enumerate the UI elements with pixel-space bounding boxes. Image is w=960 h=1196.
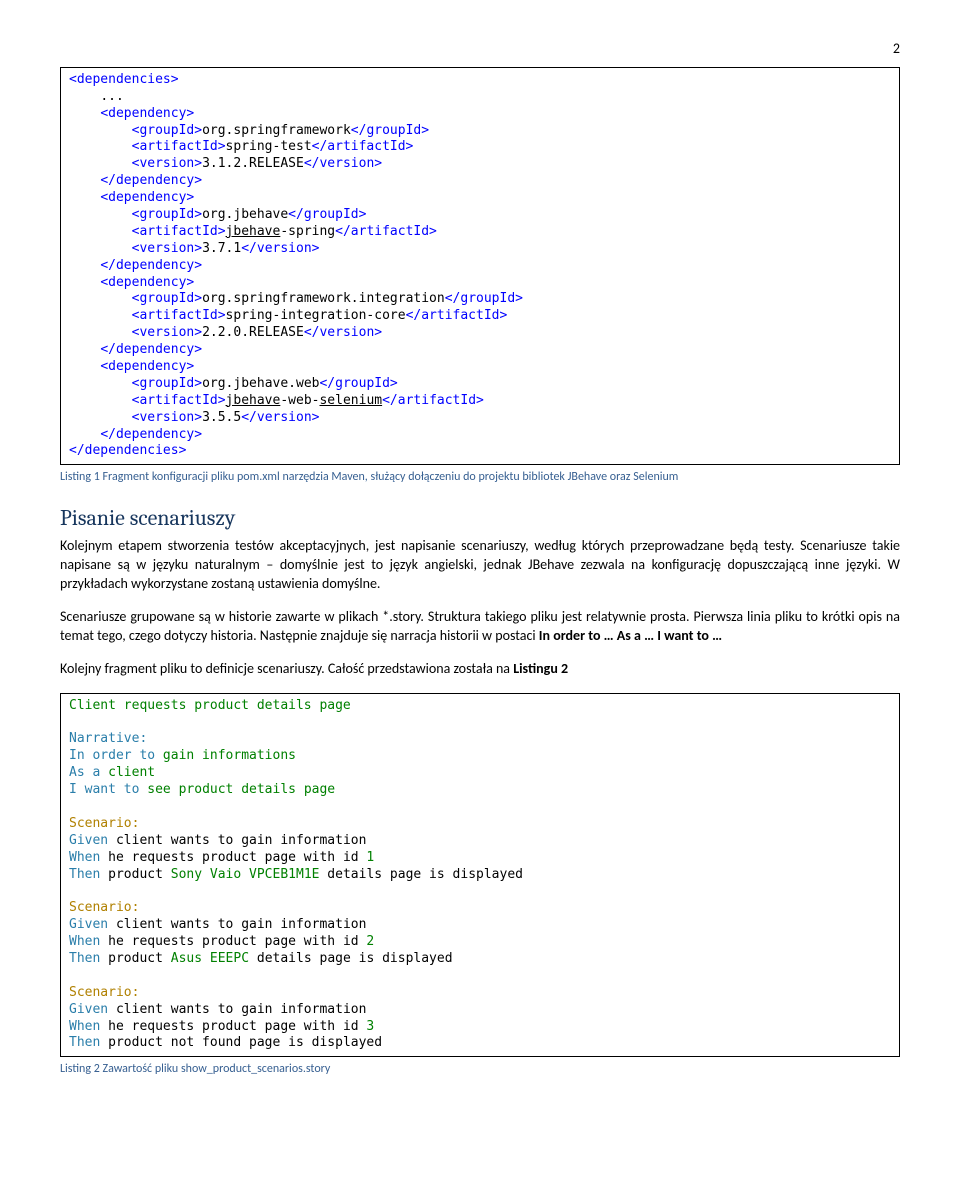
caption-listing-1: Listing 1 Fragment konfiguracji pliku po…	[60, 469, 900, 485]
paragraph-1: Kolejnym etapem stworzenia testów akcept…	[60, 537, 900, 594]
paragraph-2: Scenariusze grupowane są w historie zawa…	[60, 608, 900, 646]
code-listing-2: Client requests product details page Nar…	[60, 693, 900, 1058]
caption-listing-2: Listing 2 Zawartość pliku show_product_s…	[60, 1061, 900, 1077]
code-listing-1: <dependencies> ... <dependency> <groupId…	[60, 67, 900, 465]
heading-pisanie-scenariuszy: Pisanie scenariuszy	[60, 504, 900, 534]
page-number: 2	[60, 40, 900, 59]
paragraph-3: Kolejny fragment pliku to definicje scen…	[60, 660, 900, 679]
